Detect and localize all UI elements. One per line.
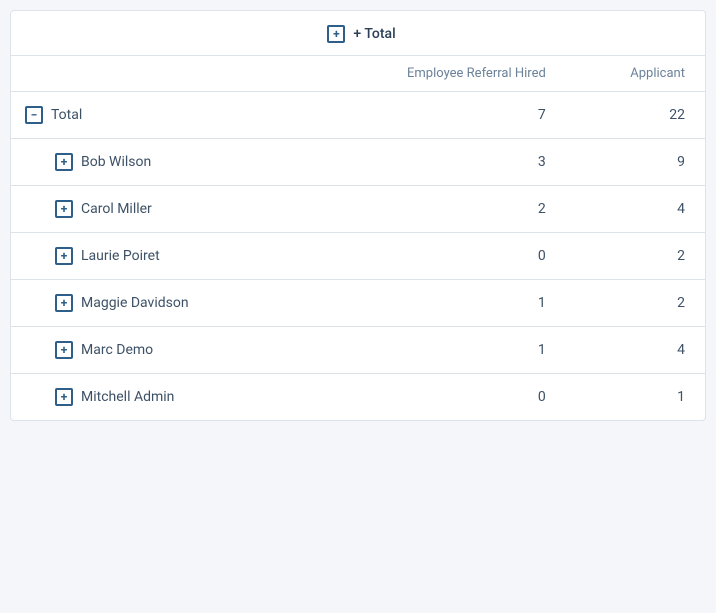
- row-label-cell: + Bob Wilson: [11, 139, 313, 186]
- header-employee-referral: Employee Referral Hired: [313, 56, 565, 92]
- row-expand-icon[interactable]: +: [55, 200, 73, 218]
- table-row: + Bob Wilson 3 9: [11, 139, 705, 186]
- row-person-name: Maggie Davidson: [81, 295, 189, 311]
- row-person-name: Laurie Poiret: [81, 248, 160, 264]
- total-group-expand-icon[interactable]: +: [327, 25, 345, 43]
- row-erh-value: 3: [313, 139, 565, 186]
- row-expand-icon[interactable]: +: [55, 294, 73, 312]
- row-erh-value: 1: [313, 280, 565, 327]
- row-applicant-value: 9: [566, 139, 705, 186]
- row-expand-icon[interactable]: +: [55, 247, 73, 265]
- row-label-cell: + Marc Demo: [11, 327, 313, 374]
- header-applicant-placeholder: [566, 11, 705, 56]
- row-expand-icon[interactable]: +: [55, 341, 73, 359]
- row-erh-value: 2: [313, 186, 565, 233]
- total-collapse-icon[interactable]: −: [25, 106, 43, 124]
- row-applicant-value: 4: [566, 186, 705, 233]
- row-label-cell: + Laurie Poiret: [11, 233, 313, 280]
- total-erh-value: 7: [313, 92, 565, 139]
- row-person-name: Marc Demo: [81, 342, 153, 358]
- header-name-col: [11, 56, 313, 92]
- row-erh-value: 1: [313, 327, 565, 374]
- header-group-total: + + Total: [313, 11, 565, 56]
- table-row: + Carol Miller 2 4: [11, 186, 705, 233]
- header-empty-col: [11, 11, 313, 56]
- table-row: + Marc Demo 1 4: [11, 327, 705, 374]
- table-row: + Maggie Davidson 1 2: [11, 280, 705, 327]
- table-row: + Mitchell Admin 0 1: [11, 374, 705, 421]
- row-erh-value: 0: [313, 233, 565, 280]
- total-row: − Total 7 22: [11, 92, 705, 139]
- total-applicant-value: 22: [566, 92, 705, 139]
- header-applicant: Applicant: [566, 56, 705, 92]
- row-expand-icon[interactable]: +: [55, 388, 73, 406]
- row-person-name: Bob Wilson: [81, 154, 151, 170]
- row-label-cell: + Mitchell Admin: [11, 374, 313, 421]
- row-label-cell: + Carol Miller: [11, 186, 313, 233]
- row-expand-icon[interactable]: +: [55, 153, 73, 171]
- row-applicant-value: 4: [566, 327, 705, 374]
- row-applicant-value: 2: [566, 233, 705, 280]
- row-person-name: Carol Miller: [81, 201, 152, 217]
- row-person-name: Mitchell Admin: [81, 389, 174, 405]
- pivot-table: + + Total Employee Referral Hired Applic…: [10, 10, 706, 421]
- row-erh-value: 0: [313, 374, 565, 421]
- total-row-label-cell: − Total: [11, 92, 313, 139]
- table-row: + Laurie Poiret 0 2: [11, 233, 705, 280]
- row-label-cell: + Maggie Davidson: [11, 280, 313, 327]
- row-applicant-value: 2: [566, 280, 705, 327]
- total-row-label: Total: [51, 107, 82, 123]
- row-applicant-value: 1: [566, 374, 705, 421]
- header-group-label: + Total: [353, 26, 395, 42]
